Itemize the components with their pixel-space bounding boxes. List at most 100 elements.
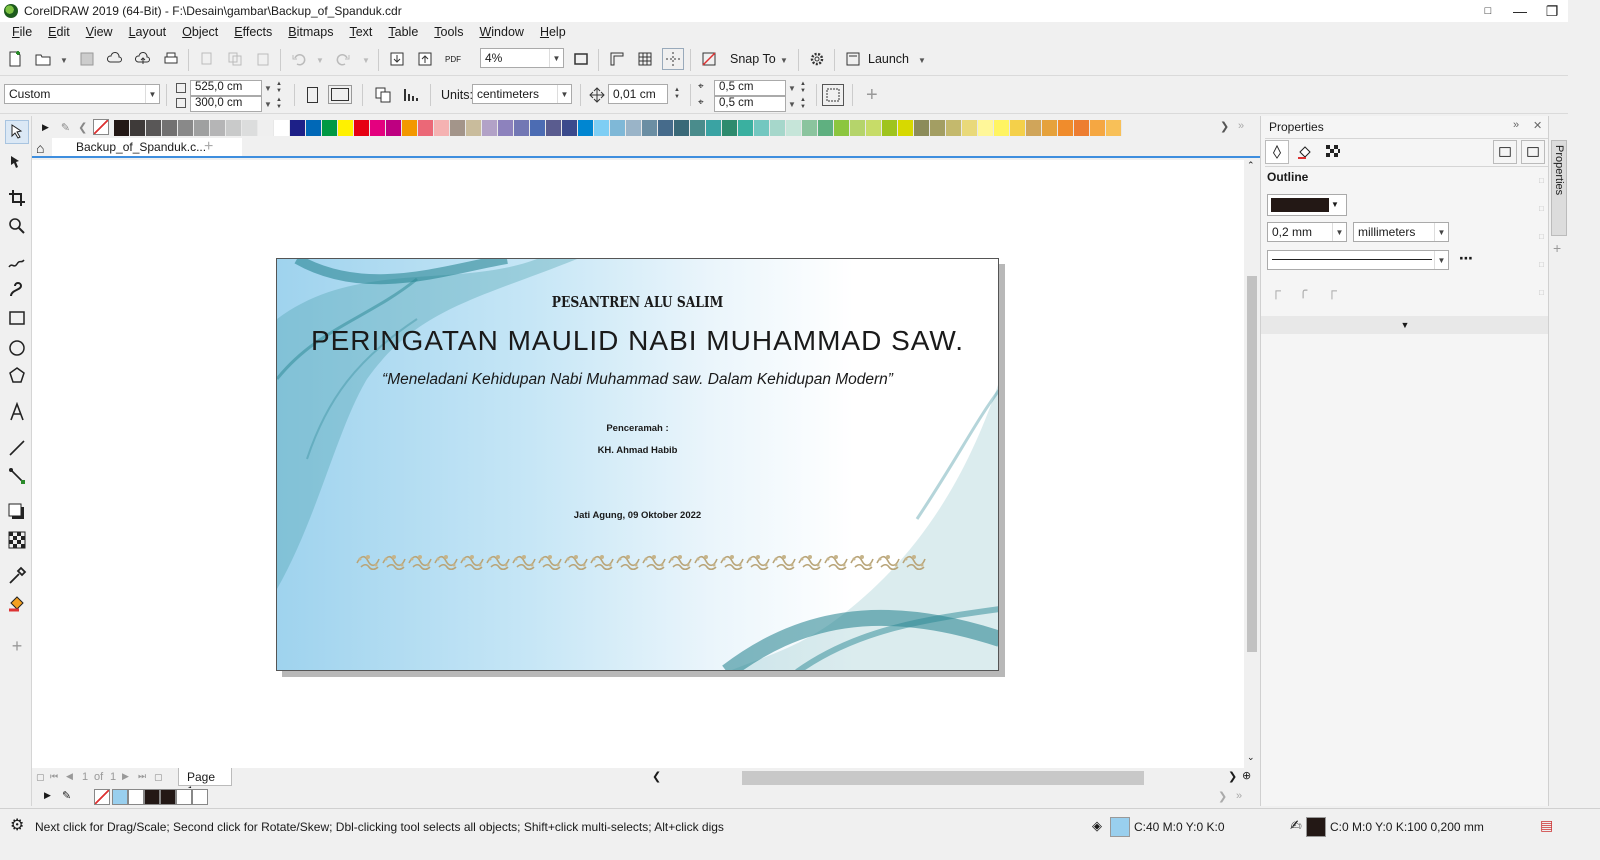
- palette-swatch[interactable]: [1010, 120, 1026, 136]
- doc-swatch-white-2[interactable]: [176, 789, 192, 805]
- palette-swatch[interactable]: [466, 120, 482, 136]
- palette-swatch[interactable]: [402, 120, 418, 136]
- palette-swatch[interactable]: [530, 120, 546, 136]
- status-outline-swatch[interactable]: [1306, 817, 1326, 837]
- palette-swatch[interactable]: [386, 120, 402, 136]
- properties-docker-tab[interactable]: Properties: [1551, 140, 1567, 236]
- zoom-level-field[interactable]: 4% ▼: [480, 48, 564, 68]
- landscape-orientation-icon[interactable]: [328, 85, 352, 104]
- palette-swatch[interactable]: [658, 120, 674, 136]
- docker-close-icon[interactable]: ✕: [1533, 119, 1542, 132]
- nudge-distance-field[interactable]: 0,01 cm: [608, 84, 668, 104]
- status-settings-gear-icon[interactable]: ⚙: [10, 815, 24, 835]
- drop-shadow-tool-icon[interactable]: [5, 500, 29, 524]
- palette-swatch[interactable]: [946, 120, 962, 136]
- menu-help[interactable]: Help: [532, 25, 574, 39]
- palette-swatch[interactable]: [850, 120, 866, 136]
- add-tool-icon[interactable]: +: [5, 634, 29, 658]
- undo-icon[interactable]: [288, 48, 310, 70]
- page-width-spinner[interactable]: ▲ ▼: [272, 80, 286, 96]
- outline-style-select[interactable]: ▼: [1267, 250, 1449, 270]
- vertical-scroll-thumb[interactable]: [1247, 276, 1257, 652]
- zoom-tool-icon[interactable]: [5, 214, 29, 238]
- artistic-media-tool-icon[interactable]: [5, 278, 29, 302]
- connector-tool-icon[interactable]: [5, 464, 29, 488]
- save-icon[interactable]: [76, 48, 98, 70]
- publish-pdf-icon[interactable]: PDF: [442, 48, 464, 70]
- open-dropdown-arrow[interactable]: ▼: [60, 56, 68, 65]
- docker-frame-icon[interactable]: [1493, 140, 1517, 164]
- status-fill-swatch[interactable]: [1110, 817, 1130, 837]
- cloud-upload-icon[interactable]: [132, 48, 154, 70]
- palette-swatch[interactable]: [226, 120, 242, 136]
- polygon-tool-icon[interactable]: [5, 364, 29, 388]
- zoom-navigator-icon[interactable]: ⊕: [1242, 769, 1251, 782]
- palette-expand-icon[interactable]: »: [1238, 120, 1244, 132]
- duplicate-x-field[interactable]: 0,5 cm: [714, 80, 786, 96]
- corner-round-icon[interactable]: ╭: [1299, 282, 1307, 299]
- palette-swatch[interactable]: [306, 120, 322, 136]
- doc-swatch-black-2[interactable]: [160, 789, 176, 805]
- outline-more-options-icon[interactable]: ⋯: [1459, 250, 1473, 267]
- no-color-swatch[interactable]: [93, 119, 110, 135]
- palette-swatch[interactable]: [498, 120, 514, 136]
- hscroll-right-arrow[interactable]: ❯: [1228, 770, 1237, 783]
- palette-swatch[interactable]: [274, 120, 290, 136]
- add-page-after-icon[interactable]: ▢: [154, 772, 163, 783]
- duplicate-x-spinner[interactable]: ▲ ▼: [796, 80, 810, 96]
- docker-collapse-icon[interactable]: »: [1513, 119, 1519, 131]
- document-palette-menu-arrow[interactable]: ▶: [44, 790, 51, 801]
- palette-swatch[interactable]: [594, 120, 610, 136]
- palette-swatch[interactable]: [1090, 120, 1106, 136]
- palette-swatch[interactable]: [146, 120, 162, 136]
- palette-swatch[interactable]: [514, 120, 530, 136]
- outline-width-field[interactable]: 0,2 mm ▼: [1267, 222, 1347, 242]
- palette-swatch[interactable]: [258, 120, 274, 136]
- page-width-field[interactable]: 525,0 cm: [190, 80, 262, 96]
- duplicate-y-dropdown-arrow[interactable]: ▼: [788, 100, 796, 109]
- copy-icon[interactable]: [224, 48, 246, 70]
- palette-swatch[interactable]: [610, 120, 626, 136]
- cut-icon[interactable]: [196, 48, 218, 70]
- zoom-dropdown-arrow[interactable]: ▼: [549, 49, 563, 67]
- show-grid-icon[interactable]: [634, 48, 656, 70]
- doc-no-color-swatch[interactable]: [94, 789, 110, 805]
- pick-tool-icon[interactable]: [5, 120, 29, 144]
- import-icon[interactable]: [386, 48, 408, 70]
- palette-scroll-left-icon[interactable]: ❮: [78, 121, 87, 134]
- page-width-dropdown-arrow[interactable]: ▼: [264, 84, 272, 93]
- shape-tool-icon[interactable]: [5, 150, 29, 174]
- interactive-fill-tool-icon[interactable]: [5, 592, 29, 616]
- outline-style-dropdown-arrow[interactable]: ▼: [1434, 251, 1448, 269]
- color-eyedropper-tool-icon[interactable]: [5, 564, 29, 588]
- palette-swatch[interactable]: [482, 120, 498, 136]
- palette-swatch[interactable]: [802, 120, 818, 136]
- doc-swatch-blue[interactable]: [112, 789, 128, 805]
- palette-swatch[interactable]: [322, 120, 338, 136]
- current-page-icon[interactable]: [400, 84, 422, 106]
- palette-swatch[interactable]: [722, 120, 738, 136]
- horizontal-scroll-thumb[interactable]: [742, 771, 1144, 785]
- page-height-spinner[interactable]: ▲ ▼: [272, 96, 286, 112]
- menu-table[interactable]: Table: [380, 25, 426, 39]
- palette-swatch[interactable]: [578, 120, 594, 136]
- options-gear-icon[interactable]: [806, 48, 828, 70]
- palette-swatch[interactable]: [338, 120, 354, 136]
- scroll-down-arrow[interactable]: ⌄: [1247, 752, 1255, 763]
- menu-edit[interactable]: Edit: [40, 25, 78, 39]
- palette-swatch[interactable]: [962, 120, 978, 136]
- all-pages-icon[interactable]: [372, 84, 394, 106]
- add-docker-icon[interactable]: +: [1553, 240, 1561, 256]
- add-page-before-icon[interactable]: ▢: [36, 772, 45, 783]
- snap-to-dropdown-arrow[interactable]: ▼: [780, 56, 788, 65]
- palette-swatch[interactable]: [194, 120, 210, 136]
- page-1-tab[interactable]: Page 1: [178, 768, 232, 798]
- page-height-dropdown-arrow[interactable]: ▼: [264, 100, 272, 109]
- transparency-tool-icon[interactable]: [5, 528, 29, 552]
- palette-swatch[interactable]: [882, 120, 898, 136]
- palette-swatch[interactable]: [930, 120, 946, 136]
- menu-window[interactable]: Window: [471, 25, 531, 39]
- crop-tool-icon[interactable]: [5, 186, 29, 210]
- palette-swatch[interactable]: [866, 120, 882, 136]
- hscroll-left-arrow[interactable]: ❮: [652, 770, 661, 783]
